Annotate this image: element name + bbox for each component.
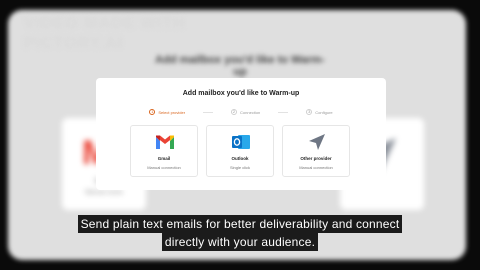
provider-name: Outlook [231,156,249,161]
paper-plane-icon [309,134,325,150]
panel-title: Add mailbox you'd like to Warm-up [182,90,300,97]
outlook-icon [232,135,250,149]
caption-line-1: Send plain text emails for better delive… [77,215,403,233]
provider-description: Manual connection [147,165,181,170]
step-divider [278,111,289,113]
backdrop-title: Add mailbox you'd like to Warm-up [155,54,325,78]
video-caption: Send plain text emails for better delive… [0,215,480,251]
provider-card-other[interactable]: Other provider Manual connection [282,125,350,177]
provider-name: Gmail [157,156,171,161]
watermark: VIDEO MADE WITH PICTORY.AI [24,14,186,54]
provider-card-outlook[interactable]: Outlook Single click [206,125,274,177]
watermark-line2: PICTORY.AI [24,35,123,52]
step-label: Select provider [158,109,186,115]
add-mailbox-panel: Add mailbox you'd like to Warm-up 1 Sele… [96,78,386,190]
provider-name: Other provider [300,156,332,161]
caption-line-2: directly with your audience. [161,233,319,251]
provider-description: Manual connection [299,165,333,170]
provider-description: Single click [229,165,250,170]
step-number: 2 [231,109,238,115]
step-label: Connection [240,109,261,115]
provider-card-gmail[interactable]: Gmail Manual connection [130,125,198,177]
step-configure[interactable]: 3 Configure [306,109,333,115]
stepper: 1 Select provider 2 Connection 3 Configu… [96,109,386,115]
step-number: 1 [149,109,156,115]
backdrop-gmail-sub: Manual conne [85,190,123,196]
step-select-provider[interactable]: 1 Select provider [149,109,185,115]
step-divider [203,111,214,113]
step-label: Configure [315,109,333,115]
step-connection[interactable]: 2 Connection [231,109,260,115]
step-number: 3 [306,109,313,115]
gmail-icon [156,135,174,149]
provider-list: Gmail Manual connection Outlook Single c… [130,125,350,177]
watermark-line1: VIDEO MADE WITH [24,15,186,32]
